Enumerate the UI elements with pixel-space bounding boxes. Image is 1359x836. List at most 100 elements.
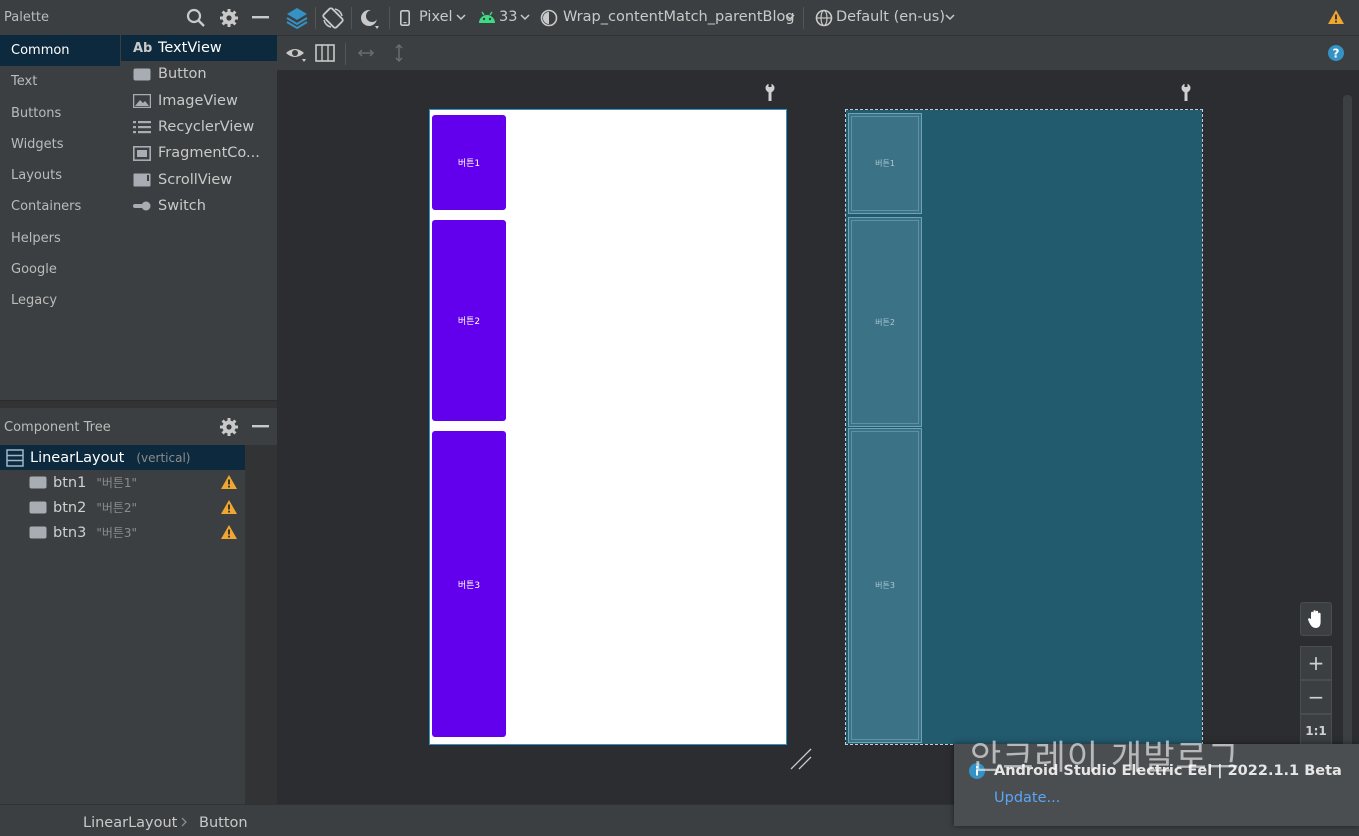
category-containers[interactable]: Containers	[0, 191, 120, 222]
toolbar-separator	[389, 7, 390, 29]
minimize-icon[interactable]	[252, 425, 269, 428]
category-layouts[interactable]: Layouts	[0, 160, 120, 191]
hand-icon	[1307, 609, 1325, 629]
category-google[interactable]: Google	[0, 254, 120, 285]
palette-item-switch[interactable]: Switch	[121, 193, 277, 219]
orientation-icon[interactable]	[321, 6, 345, 30]
linearlayout-icon	[6, 448, 24, 467]
theme-selector[interactable]: Wrap_contentMatch_parentBlog	[563, 9, 795, 25]
tree-item-text: "버튼1"	[96, 476, 138, 490]
palette-item-recyclerview[interactable]: RecyclerView	[121, 114, 277, 140]
tree-item-btn1[interactable]: btn1 "버튼1"	[0, 470, 245, 495]
blueprint-button-3[interactable]: 버튼3	[848, 428, 922, 743]
palette-item-label: ImageView	[158, 92, 238, 109]
blueprint-surface[interactable]: 버튼1 버튼2 버튼3	[845, 109, 1203, 745]
wrench-icon[interactable]	[1180, 83, 1192, 101]
category-buttons[interactable]: Buttons	[0, 98, 120, 129]
design-button-3[interactable]: 버튼3	[432, 431, 506, 737]
chevron-down-icon	[945, 14, 955, 21]
blueprint-button-2[interactable]: 버튼2	[848, 217, 922, 427]
tree-item-linearlayout[interactable]: LinearLayout (vertical)	[0, 445, 245, 470]
category-text[interactable]: Text	[0, 66, 120, 97]
blueprint-toggle-icon[interactable]	[315, 44, 335, 62]
palette-item-fragmentcontainer[interactable]: FragmentCo...	[121, 140, 277, 166]
svg-text:?: ?	[1333, 47, 1340, 61]
wrench-icon[interactable]	[764, 83, 776, 101]
chevron-down-icon	[520, 14, 530, 21]
toolbar-separator	[803, 7, 804, 29]
fragment-icon	[133, 145, 153, 161]
design-surface[interactable]: 버튼1 버튼2 버튼3	[429, 109, 787, 745]
warning-icon[interactable]	[1327, 9, 1345, 25]
warning-icon[interactable]	[220, 499, 238, 515]
toolbar-separator	[315, 7, 316, 29]
toolbar-separator	[351, 7, 352, 29]
plus-icon: +	[1307, 651, 1325, 675]
chevron-down-icon	[456, 14, 466, 21]
palette-category-list: Common Text Buttons Widgets Layouts Cont…	[0, 35, 120, 317]
palette-title: Palette	[4, 10, 50, 25]
recyclerview-icon	[133, 119, 153, 135]
zoom-actual-size-button[interactable]: 1:1	[1300, 714, 1332, 748]
palette-item-label: ScrollView	[158, 171, 233, 188]
zoom-controls: + − 1:1	[1300, 602, 1332, 748]
android-icon	[478, 10, 496, 24]
search-icon[interactable]	[186, 8, 206, 28]
resize-handle-icon[interactable]	[789, 747, 813, 771]
gear-icon[interactable]	[219, 8, 239, 28]
tree-item-btn2[interactable]: btn2 "버튼2"	[0, 495, 245, 520]
breadcrumb-linearlayout[interactable]: LinearLayout	[83, 815, 177, 831]
palette-item-scrollview[interactable]: ScrollView	[121, 166, 277, 192]
minimize-icon[interactable]	[252, 16, 269, 19]
device-selector[interactable]: Pixel	[419, 9, 453, 25]
palette-item-list: Ab TextView Button ImageView RecyclerVie…	[121, 35, 277, 219]
blueprint-button-1[interactable]: 버튼1	[848, 113, 922, 214]
eye-icon[interactable]	[285, 45, 309, 63]
tree-item-text: "버튼3"	[96, 526, 138, 540]
category-legacy[interactable]: Legacy	[0, 285, 120, 316]
breadcrumb-button[interactable]: Button	[199, 815, 248, 831]
zoom-out-button[interactable]: −	[1300, 680, 1332, 714]
design-toolbar: Pixel 33 Wrap_contentMatch_parentBlog De…	[277, 0, 1359, 36]
button-icon	[29, 526, 47, 539]
component-tree-panel: Component Tree LinearLayout (vertical) b…	[0, 408, 277, 804]
horizontal-resize-icon[interactable]	[357, 46, 375, 60]
vertical-resize-icon[interactable]	[393, 43, 405, 63]
gear-icon[interactable]	[219, 417, 239, 437]
warning-icon[interactable]	[220, 524, 238, 540]
help-icon[interactable]: ?	[1327, 44, 1345, 62]
minus-icon: −	[1307, 685, 1325, 709]
toolbar-separator	[345, 43, 346, 65]
api-level-selector[interactable]: 33	[499, 9, 517, 25]
update-link[interactable]: Update...	[994, 790, 1060, 806]
chevron-down-icon	[785, 14, 795, 21]
tree-item-btn3[interactable]: btn3 "버튼3"	[0, 520, 245, 545]
button-icon	[29, 501, 47, 514]
design-button-2[interactable]: 버튼2	[432, 220, 506, 421]
pan-button[interactable]	[1300, 602, 1332, 636]
design-button-1[interactable]: 버튼1	[432, 115, 506, 210]
palette-item-imageview[interactable]: ImageView	[121, 88, 277, 114]
category-common[interactable]: Common	[0, 35, 120, 67]
night-mode-icon[interactable]	[359, 8, 381, 30]
palette-item-label: Button	[158, 66, 207, 83]
tree-item-text: "버튼2"	[96, 501, 138, 515]
zoom-in-button[interactable]: +	[1300, 646, 1332, 680]
component-tree-gutter	[245, 445, 277, 804]
locale-selector[interactable]: Default (en-us)	[836, 9, 945, 25]
palette-item-label: Switch	[158, 197, 206, 214]
palette-item-textview[interactable]: Ab TextView	[121, 35, 277, 62]
category-widgets[interactable]: Widgets	[0, 129, 120, 160]
tree-item-id: btn1	[53, 474, 87, 491]
button-icon	[29, 476, 47, 489]
palette-item-button[interactable]: Button	[121, 61, 277, 87]
canvas-scrollbar[interactable]	[1343, 95, 1352, 795]
layers-icon[interactable]	[285, 6, 309, 30]
component-tree-title: Component Tree	[4, 420, 111, 435]
category-helpers[interactable]: Helpers	[0, 223, 120, 254]
tree-item-orientation: (vertical)	[136, 450, 191, 465]
view-options-toolbar: ?	[277, 36, 1359, 71]
warning-icon[interactable]	[220, 474, 238, 490]
globe-icon	[815, 9, 833, 27]
palette-item-label: RecyclerView	[158, 119, 255, 136]
